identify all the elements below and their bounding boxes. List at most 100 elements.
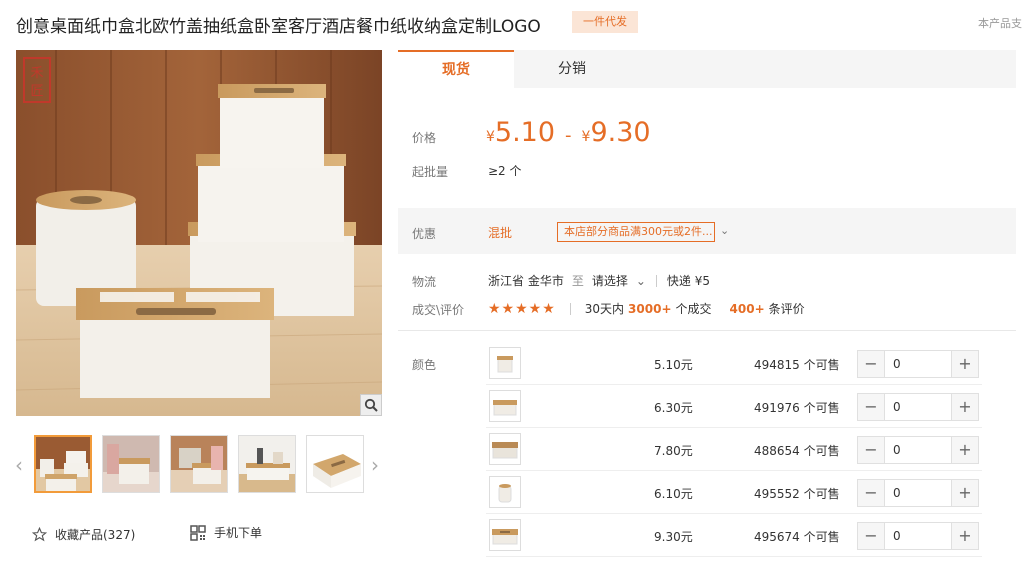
origin-location: 浙江省 金华市 [488, 274, 564, 288]
sku-row: 6.30元 491976 个可售 − + [486, 385, 982, 428]
product-title: 创意桌面纸巾盒北欧竹盖抽纸盒卧室客厅酒店餐巾纸收纳盒定制LOGO [16, 17, 541, 37]
rating-stars: ★★★★★ [488, 300, 556, 317]
increment-button[interactable]: + [952, 394, 978, 420]
sku-row: 9.30元 495674 个可售 − + [486, 514, 982, 557]
deals-count-suffix: 个成交 [675, 302, 712, 316]
increment-button[interactable]: + [952, 437, 978, 463]
thumbnail-strip: ‹ › [10, 435, 390, 497]
price-range: ¥5.10- ¥9.30 [486, 117, 651, 148]
promo-detail[interactable]: 本店部分商品满300元或2件... [557, 222, 715, 242]
reviews-count[interactable]: 400+ [730, 302, 765, 316]
main-product-photo[interactable]: 禾 匠 [16, 50, 382, 416]
decrement-button[interactable]: − [858, 351, 884, 377]
sku-row: 6.10元 495552 个可售 − + [486, 471, 982, 514]
deals-label: 成交\评价 [412, 303, 465, 317]
increment-button[interactable]: + [952, 351, 978, 377]
trade-tabs: 现货 分销 [398, 50, 1016, 88]
sku-image [490, 434, 520, 464]
thumbnail-4[interactable] [238, 435, 296, 493]
quantity-input[interactable] [884, 351, 952, 377]
min-order-label: 起批量 [412, 165, 449, 179]
thumbnail-image [239, 436, 295, 492]
magnifier-icon [364, 398, 378, 412]
sku-stock: 488654 个可售 [754, 444, 840, 458]
quantity-stepper: − + [857, 522, 979, 550]
sku-thumbnail[interactable] [489, 390, 521, 422]
logistics-label: 物流 [412, 275, 437, 289]
sku-image [490, 348, 520, 378]
thumbnail-5[interactable] [306, 435, 364, 493]
increment-button[interactable]: + [952, 523, 978, 549]
logistics-info: 浙江省 金华市 至 请选择 ⌄ 快递 ¥5 [488, 272, 710, 289]
deals-prefix: 30天内 [584, 302, 625, 316]
reviews-suffix: 条评价 [768, 302, 805, 316]
quantity-stepper: − + [857, 350, 979, 378]
decrement-button[interactable]: − [858, 480, 884, 506]
decrement-button[interactable]: − [858, 523, 884, 549]
quantity-input[interactable] [884, 523, 952, 549]
sku-price: 5.10元 [654, 358, 693, 372]
thumb-prev-arrow-icon[interactable]: ‹ [12, 455, 26, 475]
sku-image [490, 391, 520, 421]
thumbnail-image [103, 436, 159, 492]
promo-label: 优惠 [412, 227, 437, 241]
favorite-product-button[interactable]: 收藏产品(327) [32, 526, 135, 543]
price-low: 5.10 [494, 117, 556, 148]
mobile-order-button[interactable]: 手机下单 [190, 524, 262, 541]
thumbnail-3[interactable] [170, 435, 228, 493]
quantity-stepper: − + [857, 393, 979, 421]
sku-thumbnail[interactable] [489, 347, 521, 379]
price-label: 价格 [412, 131, 437, 145]
sku-image [490, 477, 520, 507]
tab-spot[interactable]: 现货 [398, 50, 514, 88]
decrement-button[interactable]: − [858, 394, 884, 420]
promo-tag: 混批 [488, 226, 513, 240]
sku-row: 5.10元 494815 个可售 − + [486, 342, 982, 385]
svg-text:匠: 匠 [30, 84, 43, 99]
divider [655, 274, 657, 287]
thumbnail-image [307, 436, 363, 492]
sku-stock: 491976 个可售 [754, 401, 840, 415]
divider [569, 302, 571, 315]
favorite-label: 收藏产品(327) [55, 528, 136, 542]
sku-image [490, 520, 520, 550]
color-label: 颜色 [412, 358, 437, 372]
deals-info: ★★★★★ 30天内 3000+ 个成交 400+ 条评价 [488, 300, 805, 317]
sku-stock: 495552 个可售 [754, 487, 840, 501]
decrement-button[interactable]: − [858, 437, 884, 463]
section-divider [398, 330, 1016, 331]
sku-price: 9.30元 [654, 530, 693, 544]
to-label: 至 [571, 274, 584, 288]
deals-count[interactable]: 3000+ [628, 302, 671, 316]
destination-select[interactable]: 请选择 [592, 272, 628, 289]
quantity-stepper: − + [857, 436, 979, 464]
tab-distribution[interactable]: 分销 [514, 50, 630, 88]
sku-row: 7.80元 488654 个可售 − + [486, 428, 982, 471]
min-order-value: ≥2 个 [488, 164, 522, 178]
chevron-down-icon[interactable]: ⌄ [636, 274, 646, 288]
sku-thumbnail[interactable] [489, 476, 521, 508]
price-high: 9.30 [590, 117, 651, 148]
increment-button[interactable]: + [952, 480, 978, 506]
currency-symbol: ¥ [486, 129, 495, 145]
quantity-input[interactable] [884, 394, 952, 420]
sku-thumbnail[interactable] [489, 433, 521, 465]
zoom-button[interactable] [360, 394, 382, 416]
quantity-input[interactable] [884, 480, 952, 506]
thumbnail-image [36, 437, 90, 491]
dropship-badge: 一件代发 [572, 11, 638, 33]
product-photo-illustration: 禾 匠 [16, 50, 382, 416]
thumbnail-1[interactable] [34, 435, 92, 493]
price-dash: - [565, 125, 572, 146]
svg-text:禾: 禾 [30, 66, 43, 81]
thumb-next-arrow-icon[interactable]: › [368, 455, 382, 475]
quantity-input[interactable] [884, 437, 952, 463]
chevron-down-icon[interactable]: ⌄ [720, 224, 729, 237]
sku-stock: 494815 个可售 [754, 358, 840, 372]
star-outline-icon [32, 527, 47, 542]
top-right-text[interactable]: 本产品支 [978, 15, 1022, 31]
thumbnail-2[interactable] [102, 435, 160, 493]
thumbnail-image [171, 436, 227, 492]
sku-stock: 495674 个可售 [754, 530, 840, 544]
sku-thumbnail[interactable] [489, 519, 521, 551]
